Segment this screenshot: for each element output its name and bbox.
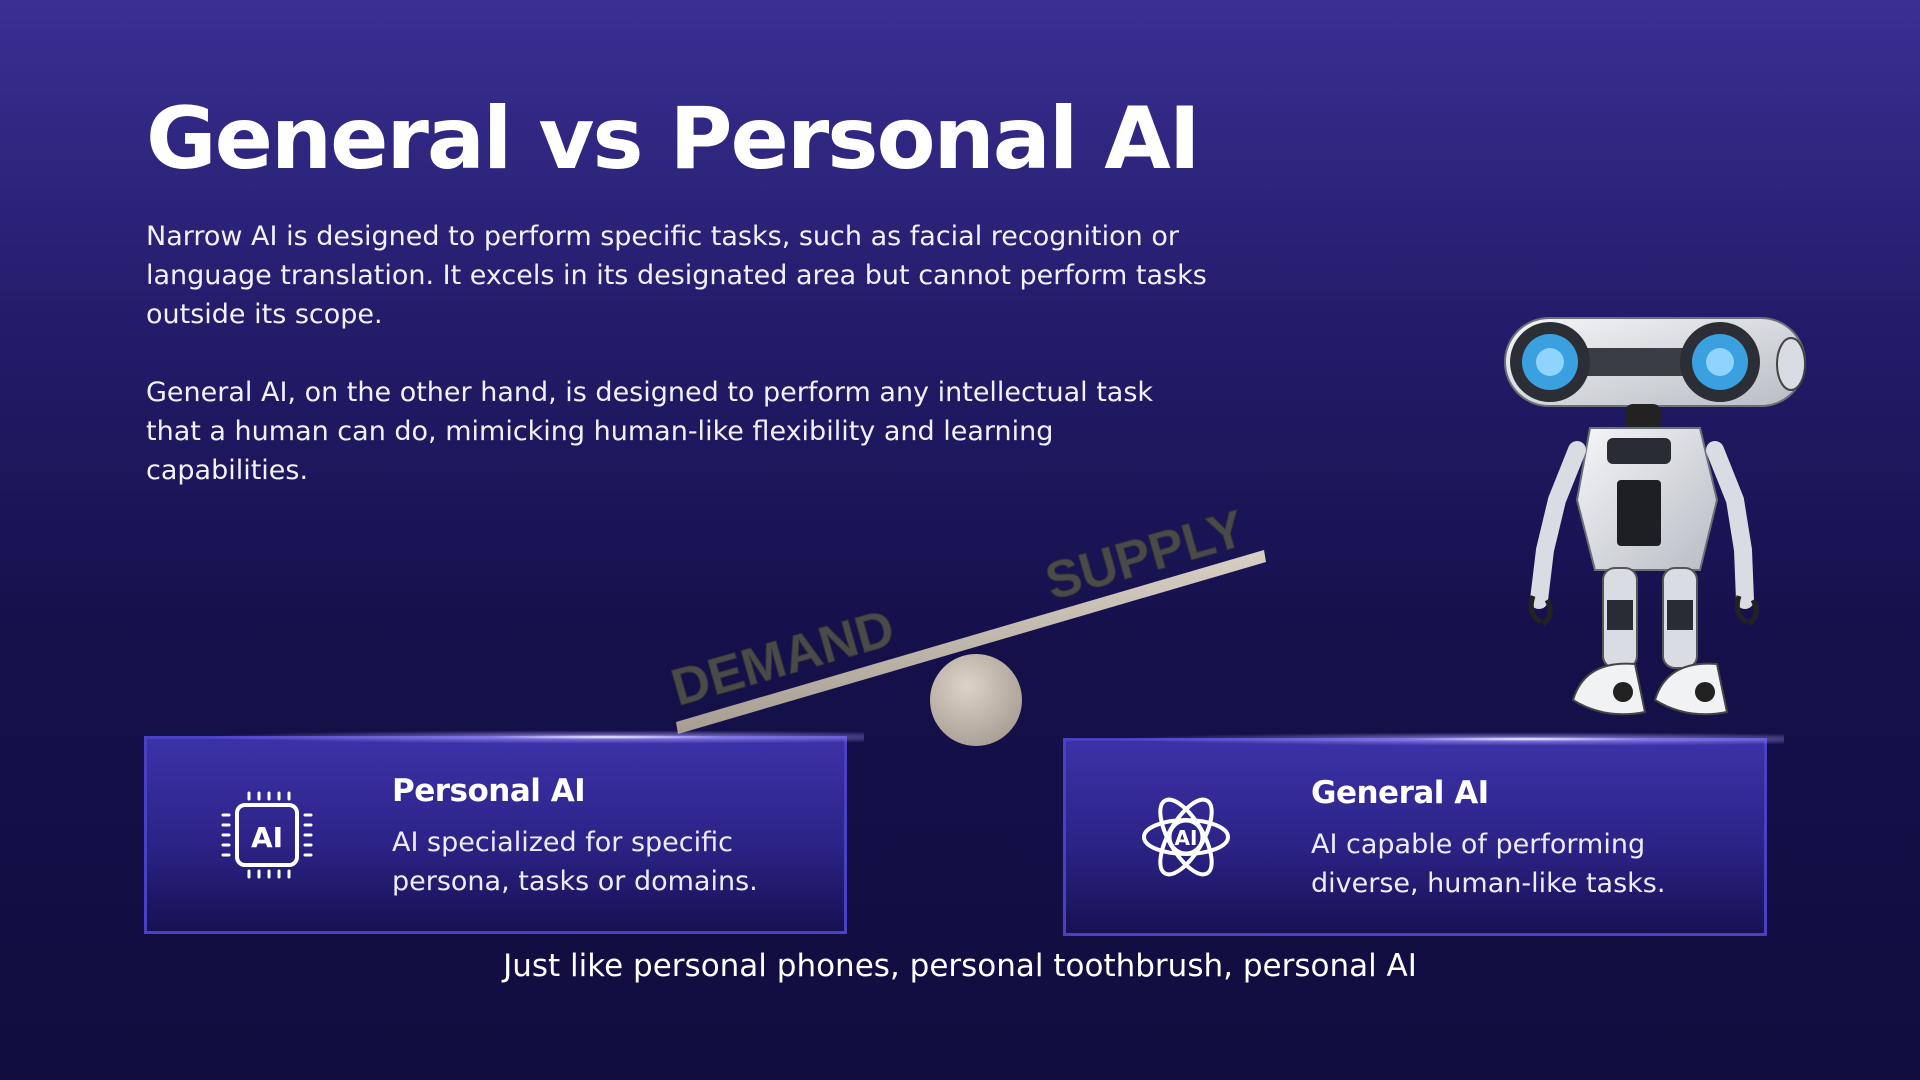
narrow-ai-paragraph: Narrow AI is designed to perform specifi… bbox=[146, 221, 1207, 330]
robot-illustration bbox=[1504, 317, 1806, 716]
personal-ai-card: AI Personal AI AI specialized for specif… bbox=[127, 729, 864, 934]
general-ai-card: AI General AI AI capable of performing d… bbox=[1046, 731, 1784, 936]
tagline: Just like personal phones, personal toot… bbox=[503, 948, 1417, 984]
seesaw-illustration: DEMAND SUPPLY bbox=[665, 499, 1266, 746]
general-ai-title: General AI bbox=[1311, 775, 1489, 811]
slide-title: General vs Personal AI bbox=[146, 89, 1201, 189]
general-ai-description: AI capable of performing diverse, human-… bbox=[1311, 829, 1666, 899]
general-ai-paragraph: General AI, on the other hand, is design… bbox=[146, 377, 1154, 486]
personal-ai-description: AI specialized for specific persona, tas… bbox=[392, 827, 758, 897]
ai-atom-icon: AI bbox=[1142, 797, 1230, 877]
ai-chip-icon: AI bbox=[221, 791, 313, 879]
personal-ai-title: Personal AI bbox=[392, 773, 586, 809]
ai-atom-label: AI bbox=[1175, 826, 1198, 850]
ai-chip-label: AI bbox=[251, 821, 283, 854]
seesaw-fulcrum bbox=[930, 654, 1022, 746]
